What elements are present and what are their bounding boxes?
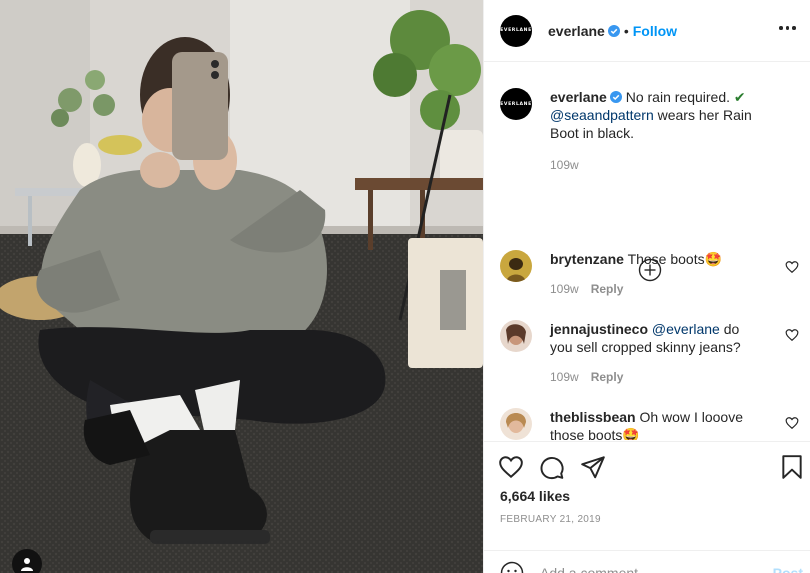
star-struck-emoji: 🤩: [622, 427, 640, 440]
comment-item: brytenzane Those boots🤩 109w Reply: [500, 250, 800, 298]
caption: EVERLANE everlane No rain required. ✔ @s…: [500, 88, 800, 174]
more-options-icon[interactable]: [779, 22, 799, 34]
post-comment-button[interactable]: Post: [773, 565, 803, 573]
commenter-avatar[interactable]: [500, 320, 532, 352]
heart-icon[interactable]: [785, 416, 799, 430]
comment-time[interactable]: 109w: [550, 370, 579, 384]
user-tag-button[interactable]: [12, 549, 42, 573]
commenter-avatar[interactable]: [500, 408, 532, 440]
post-actions: 6,664 likes FEBRUARY 21, 2019 Add a comm…: [484, 441, 810, 573]
post-date[interactable]: FEBRUARY 21, 2019: [500, 514, 601, 525]
check-icon: ✔: [733, 89, 746, 105]
comment-text: theblissbean Oh wow I looove those boots…: [550, 408, 760, 440]
caption-username[interactable]: everlane: [550, 89, 607, 105]
heart-icon[interactable]: [785, 260, 799, 274]
comment-username[interactable]: theblissbean: [550, 409, 636, 425]
follow-button[interactable]: Follow: [633, 23, 677, 39]
caption-mention[interactable]: @seaandpattern: [550, 107, 654, 123]
comment-mention[interactable]: @everlane: [652, 321, 720, 337]
comment-meta: 109w Reply: [550, 368, 760, 386]
comment-item: jennajustineco @everlane do you sell cro…: [500, 320, 800, 386]
comment-item: theblissbean Oh wow I looove those boots…: [500, 408, 800, 440]
comment-text: jennajustineco @everlane do you sell cro…: [550, 320, 760, 386]
post-header: EVERLANE everlane • Follow: [484, 0, 810, 62]
star-struck-emoji: 🤩: [704, 251, 723, 267]
caption-body: No rain required.: [625, 89, 734, 105]
post-photo[interactable]: [0, 0, 483, 573]
comment-username[interactable]: brytenzane: [550, 251, 624, 267]
comment-text: brytenzane Those boots🤩 109w Reply: [550, 250, 760, 298]
add-comment-bar: Add a comment... Post: [484, 550, 810, 573]
post-photo-illustration: [0, 0, 483, 573]
comment-input[interactable]: Add a comment...: [540, 565, 650, 573]
separator-dot: •: [623, 22, 629, 39]
comment-time[interactable]: 109w: [550, 282, 579, 296]
heart-icon[interactable]: [498, 454, 524, 480]
author-avatar[interactable]: EVERLANE: [500, 14, 532, 47]
commenter-avatar[interactable]: [500, 250, 532, 282]
likes-count[interactable]: 6,664 likes: [500, 488, 570, 504]
reply-button[interactable]: Reply: [591, 282, 624, 296]
reply-button[interactable]: Reply: [591, 370, 624, 384]
comment-username[interactable]: jennajustineco: [550, 321, 648, 337]
share-icon[interactable]: [580, 454, 606, 480]
comment-meta: 109w Reply: [550, 280, 760, 298]
heart-icon[interactable]: [785, 328, 799, 342]
author-username[interactable]: everlane: [548, 23, 605, 39]
bookmark-icon[interactable]: [779, 454, 805, 480]
verified-badge-icon: [609, 91, 622, 103]
caption-time[interactable]: 109w: [550, 156, 760, 174]
caption-text: everlane No rain required. ✔ @seaandpatt…: [550, 88, 760, 174]
user-tag-icon: [21, 558, 33, 571]
caption-avatar[interactable]: EVERLANE: [500, 88, 532, 120]
comment-icon[interactable]: [539, 454, 565, 480]
verified-badge-icon: [607, 24, 620, 37]
comment-body: Those boots: [627, 251, 705, 267]
comments-section: EVERLANE everlane No rain required. ✔ @s…: [484, 62, 810, 440]
post-panel: EVERLANE everlane • Follow EVERLANE ever…: [483, 0, 810, 573]
emoji-icon[interactable]: [500, 561, 524, 573]
